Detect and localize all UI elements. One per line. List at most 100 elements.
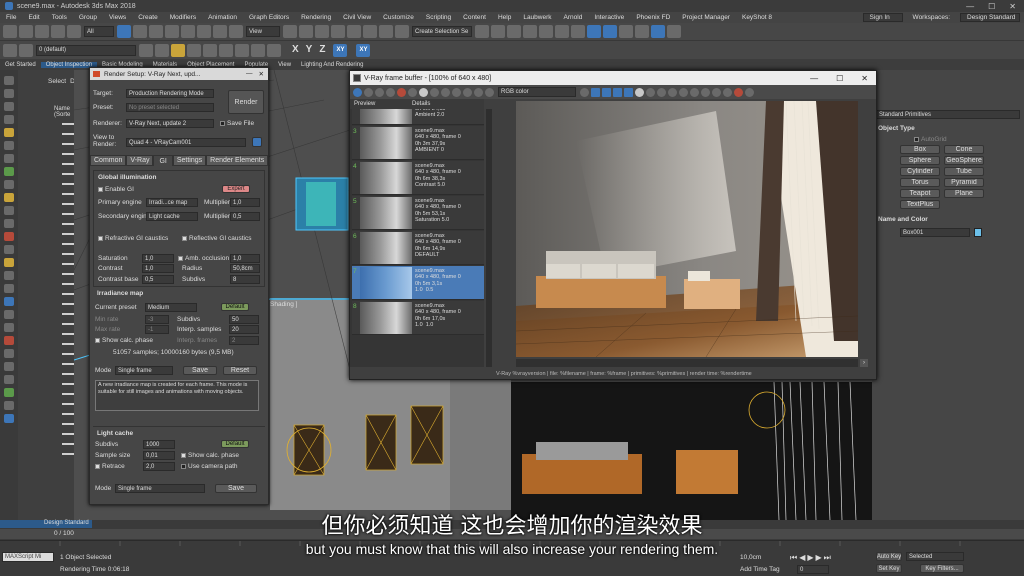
tool22-icon[interactable] xyxy=(4,349,14,358)
vray-rb-icon[interactable] xyxy=(651,25,665,38)
expert-button[interactable]: Expert xyxy=(222,185,250,193)
bind-space-warp-icon[interactable] xyxy=(67,25,81,38)
vfb-tool8-icon[interactable] xyxy=(452,87,461,97)
min-rate-field[interactable]: -3 xyxy=(145,315,169,324)
menu-views[interactable]: Views xyxy=(103,14,132,21)
vfb-tool20-icon[interactable] xyxy=(734,87,743,97)
vfb-tool1-icon[interactable] xyxy=(364,87,373,97)
minimize-icon[interactable]: — xyxy=(246,70,253,78)
tool10-icon[interactable] xyxy=(4,193,14,202)
menu-group[interactable]: Group xyxy=(73,14,103,21)
close-icon[interactable]: ✕ xyxy=(861,74,868,83)
ribbon-tab-lighting-rendering[interactable]: Lighting And Rendering xyxy=(296,62,368,68)
tool25-icon[interactable] xyxy=(4,388,14,397)
light-tool-icon[interactable] xyxy=(4,128,14,137)
menu-laubwerk[interactable]: Laubwerk xyxy=(517,14,557,21)
vfb-tool15-icon[interactable] xyxy=(679,87,688,97)
menu-file[interactable]: File xyxy=(0,14,22,21)
render-production-icon[interactable] xyxy=(635,25,649,38)
tool19-icon[interactable] xyxy=(4,310,14,319)
vfb-tool14-icon[interactable] xyxy=(668,87,677,97)
irradiance-save-button[interactable]: Save xyxy=(183,366,217,375)
toggle-scene-explorer-icon[interactable] xyxy=(507,25,521,38)
reflective-caustics-checkbox[interactable]: Reflective GI caustics xyxy=(182,235,252,242)
toggle-ribbon-icon[interactable] xyxy=(539,25,553,38)
ribbon-tab-view[interactable]: View xyxy=(273,62,296,68)
box-button[interactable]: Box xyxy=(900,145,940,154)
lc-save-button[interactable]: Save xyxy=(215,484,257,493)
vfb-green-channel-icon[interactable] xyxy=(602,87,611,97)
key-filters-button[interactable]: Key Filters... xyxy=(920,564,964,573)
object-type-header[interactable]: Object Type xyxy=(878,125,915,132)
amb-occlusion-checkbox[interactable]: Amb. occlusion xyxy=(178,255,229,262)
tool27-icon[interactable] xyxy=(4,414,14,423)
menu-help[interactable]: Help xyxy=(492,14,517,21)
tool21-icon[interactable] xyxy=(4,336,14,345)
undo-icon[interactable] xyxy=(3,25,17,38)
align-icon[interactable] xyxy=(491,25,505,38)
curve-editor-icon[interactable] xyxy=(555,25,569,38)
retrace-field[interactable]: 2,0 xyxy=(143,462,175,471)
add-time-tag-button[interactable]: Add Time Tag xyxy=(740,566,780,573)
layer-tool2-icon[interactable] xyxy=(155,43,169,57)
vfb-tool17-icon[interactable] xyxy=(701,87,710,97)
named-selection-set-dropdown[interactable]: Create Selection Se xyxy=(412,26,472,37)
cylinder-button[interactable]: Cylinder xyxy=(900,167,940,176)
primary-multiplier-field[interactable]: 1,0 xyxy=(230,198,260,207)
light-cache-default-button[interactable]: Default xyxy=(221,440,249,448)
preset-dropdown[interactable]: No preset selected xyxy=(126,103,214,112)
plane-button[interactable]: Plane xyxy=(944,189,984,198)
tool-b-icon[interactable] xyxy=(203,43,217,57)
layer-icon[interactable] xyxy=(3,43,17,57)
radius-field[interactable]: 50,8cm xyxy=(230,264,260,273)
menu-edit[interactable]: Edit xyxy=(22,14,45,21)
tool4-icon[interactable] xyxy=(4,115,14,124)
axis-x-icon[interactable]: X xyxy=(292,44,299,57)
mirror-icon[interactable] xyxy=(475,25,489,38)
vfb-tool13-icon[interactable] xyxy=(657,87,666,97)
brazil-icon[interactable] xyxy=(171,43,185,57)
tool2-icon[interactable] xyxy=(4,89,14,98)
scene-tab-select[interactable]: Select xyxy=(48,78,66,85)
tab-gi[interactable]: GI xyxy=(153,155,173,166)
pivot-icon[interactable] xyxy=(283,25,297,38)
vfb-tool16-icon[interactable] xyxy=(690,87,699,97)
menu-interactive[interactable]: Interactive xyxy=(588,14,630,21)
toggle-layer-explorer-icon[interactable] xyxy=(523,25,537,38)
rendered-image[interactable] xyxy=(516,101,858,357)
tool15-icon[interactable] xyxy=(4,258,14,267)
tool6-icon[interactable] xyxy=(4,141,14,150)
tool17-icon[interactable] xyxy=(4,284,14,293)
set-key-button[interactable]: Set Key xyxy=(876,564,902,573)
render-button[interactable]: Render xyxy=(228,90,264,114)
create-tool-icon[interactable] xyxy=(4,76,14,85)
move-icon[interactable] xyxy=(181,25,195,38)
selection-filter-dropdown[interactable]: All xyxy=(84,26,114,37)
show-calc-phase-checkbox[interactable]: Show calc. phase xyxy=(95,337,153,344)
vfb-tool11-icon[interactable] xyxy=(485,87,494,97)
vfb-tool2-icon[interactable] xyxy=(375,87,384,97)
history-item[interactable]: 8 scene9.max 640 x 480, frame 0 0h 6m 17,… xyxy=(352,301,484,335)
tool24-icon[interactable] xyxy=(4,375,14,384)
vfb-tool5-icon[interactable] xyxy=(419,87,428,97)
minimize-icon[interactable]: — xyxy=(966,2,974,11)
rendered-frame-window-icon[interactable] xyxy=(619,25,633,38)
sphere-button[interactable]: Sphere xyxy=(900,156,940,165)
lc-show-calc-checkbox[interactable]: Show calc. phase xyxy=(181,452,239,459)
vfb-channel-dropdown[interactable]: RGB color xyxy=(498,87,576,97)
irradiance-mode-dropdown[interactable]: Single frame xyxy=(115,366,173,375)
light-cache-header[interactable]: Light cache xyxy=(97,430,133,437)
menu-scripting[interactable]: Scripting xyxy=(420,14,457,21)
link-icon[interactable] xyxy=(35,25,49,38)
viewport-label[interactable]: Shading ] xyxy=(270,301,297,308)
tool16-icon[interactable] xyxy=(4,271,14,280)
maximize-icon[interactable]: ☐ xyxy=(988,2,995,11)
tool20-icon[interactable] xyxy=(4,323,14,332)
menu-tools[interactable]: Tools xyxy=(46,14,73,21)
vfb-tool21-icon[interactable] xyxy=(745,87,754,97)
rectangular-selection-icon[interactable] xyxy=(149,25,163,38)
ribbon-tab-get-started[interactable]: Get Started xyxy=(0,62,41,68)
menu-create[interactable]: Create xyxy=(132,14,164,21)
interp-samples-field[interactable]: 20 xyxy=(229,325,259,334)
target-dropdown[interactable]: Production Rendering Mode xyxy=(126,89,214,98)
